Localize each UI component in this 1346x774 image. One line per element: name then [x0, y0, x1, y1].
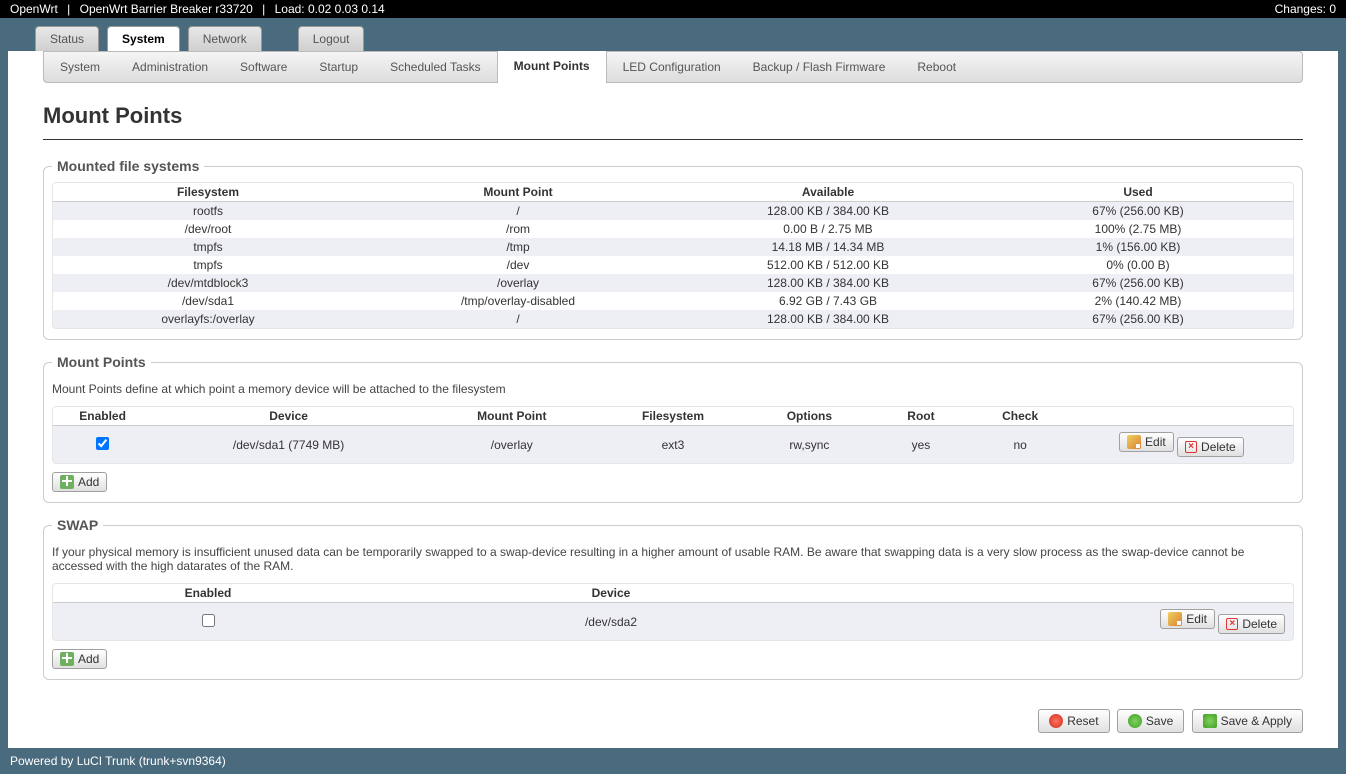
changes-indicator[interactable]: Changes: 0	[1275, 2, 1336, 16]
firmware-version: OpenWrt Barrier Breaker r33720	[80, 2, 253, 16]
add-button[interactable]: Add	[52, 472, 107, 492]
table-row: /dev/sda1 (7749 MB) /overlay ext3 rw,syn…	[53, 426, 1293, 464]
reset-button[interactable]: Reset	[1038, 709, 1109, 733]
enabled-checkbox[interactable]	[96, 437, 109, 450]
enabled-checkbox[interactable]	[202, 614, 215, 627]
footer: Powered by LuCI Trunk (trunk+svn9364)	[0, 748, 1346, 774]
mount-points-section: Mount Points Mount Points define at whic…	[43, 354, 1303, 503]
page-title: Mount Points	[43, 103, 1303, 129]
subtab-system[interactable]: System	[44, 52, 116, 82]
save-button[interactable]: Save	[1117, 709, 1184, 733]
apply-icon	[1203, 714, 1217, 728]
edit-icon	[1127, 435, 1141, 449]
mounted-table: Filesystem Mount Point Available Used ro…	[53, 183, 1293, 328]
edit-button[interactable]: Edit	[1119, 432, 1174, 452]
save-apply-button[interactable]: Save & Apply	[1192, 709, 1303, 733]
subtab-administration[interactable]: Administration	[116, 52, 224, 82]
mounted-legend: Mounted file systems	[52, 158, 204, 174]
reset-icon	[1049, 714, 1063, 728]
mount-points-legend: Mount Points	[52, 354, 151, 370]
subtab-scheduled-tasks[interactable]: Scheduled Tasks	[374, 52, 497, 82]
table-row: /dev/sda2 Edit ×Delete	[53, 603, 1293, 641]
subtab-mount-points[interactable]: Mount Points	[497, 51, 607, 83]
form-actions: Reset Save Save & Apply	[8, 704, 1338, 733]
add-icon	[60, 652, 74, 666]
swap-section: SWAP If your physical memory is insuffic…	[43, 517, 1303, 680]
table-row: /dev/sda1/tmp/overlay-disabled6.92 GB / …	[53, 292, 1293, 310]
edit-button[interactable]: Edit	[1160, 609, 1215, 629]
top-status-bar: OpenWrt | OpenWrt Barrier Breaker r33720…	[0, 0, 1346, 18]
table-row: /dev/root/rom0.00 B / 2.75 MB100% (2.75 …	[53, 220, 1293, 238]
mounted-filesystems-section: Mounted file systems Filesystem Mount Po…	[43, 158, 1303, 340]
hostname: OpenWrt	[10, 2, 58, 16]
tab-network[interactable]: Network	[188, 26, 262, 51]
tab-logout[interactable]: Logout	[298, 26, 365, 51]
add-button[interactable]: Add	[52, 649, 107, 669]
swap-legend: SWAP	[52, 517, 103, 533]
load-average: Load: 0.02 0.03 0.14	[275, 2, 385, 16]
delete-icon: ×	[1185, 441, 1197, 453]
subtab-software[interactable]: Software	[224, 52, 303, 82]
edit-icon	[1168, 612, 1182, 626]
subtab-startup[interactable]: Startup	[303, 52, 374, 82]
table-row: tmpfs/dev512.00 KB / 512.00 KB0% (0.00 B…	[53, 256, 1293, 274]
table-row: /dev/mtdblock3/overlay128.00 KB / 384.00…	[53, 274, 1293, 292]
sub-tabs: System Administration Software Startup S…	[43, 51, 1303, 83]
mount-points-table: Enabled Device Mount Point Filesystem Op…	[53, 407, 1293, 463]
delete-icon: ×	[1226, 618, 1238, 630]
tab-status[interactable]: Status	[35, 26, 99, 51]
table-row: tmpfs/tmp14.18 MB / 14.34 MB1% (156.00 K…	[53, 238, 1293, 256]
delete-button[interactable]: ×Delete	[1177, 437, 1244, 457]
subtab-led-configuration[interactable]: LED Configuration	[607, 52, 737, 82]
add-icon	[60, 475, 74, 489]
save-icon	[1128, 714, 1142, 728]
delete-button[interactable]: ×Delete	[1218, 614, 1285, 634]
tab-system[interactable]: System	[107, 26, 180, 51]
subtab-reboot[interactable]: Reboot	[901, 52, 972, 82]
subtab-backup-flash[interactable]: Backup / Flash Firmware	[737, 52, 902, 82]
main-tabs: Status System Network Logout	[0, 18, 1346, 51]
table-row: overlayfs:/overlay/128.00 KB / 384.00 KB…	[53, 310, 1293, 328]
table-row: rootfs/128.00 KB / 384.00 KB67% (256.00 …	[53, 202, 1293, 221]
swap-description: If your physical memory is insufficient …	[52, 545, 1294, 573]
mount-points-description: Mount Points define at which point a mem…	[52, 382, 1294, 396]
swap-table: Enabled Device /dev/sda2 Edit ×Delete	[53, 584, 1293, 640]
